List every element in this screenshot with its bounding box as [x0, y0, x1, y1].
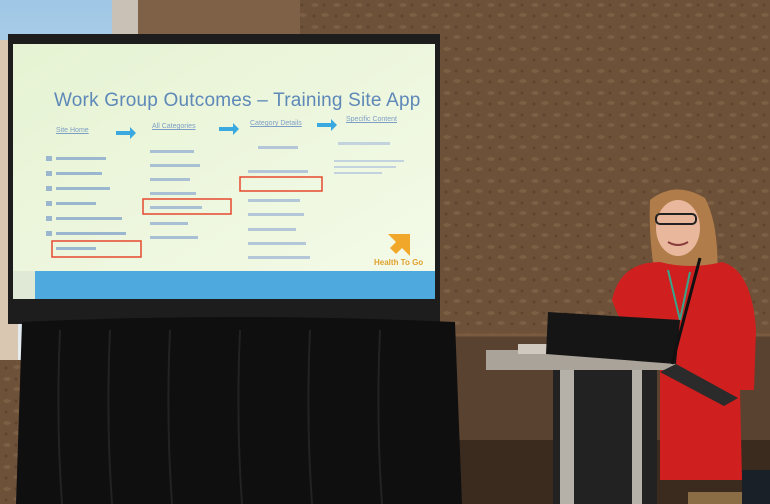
face: [656, 200, 700, 256]
step-site-home: Site Home: [56, 127, 89, 134]
step-category-details: Category Details: [250, 120, 302, 127]
slide-title: Work Group Outcomes – Training Site App: [54, 90, 421, 111]
step-all-categories: All Categories: [152, 123, 196, 130]
brand-name: Health To Go: [374, 258, 424, 267]
slide-footer-bar: [35, 271, 435, 299]
step-specific-content: Specific Content: [346, 116, 397, 123]
conference-scene: [0, 0, 770, 504]
